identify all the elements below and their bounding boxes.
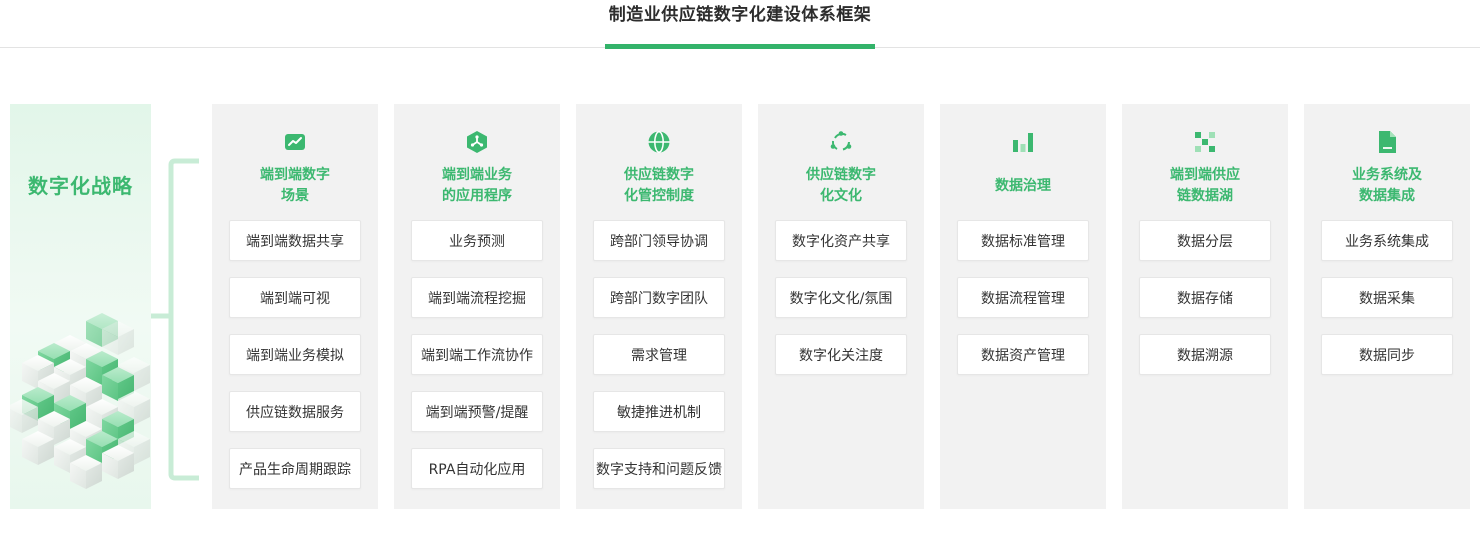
bracket-connector — [151, 158, 199, 481]
list-item[interactable]: 数据采集 — [1321, 277, 1453, 318]
column-2: 端到端业务 的应用程序业务预测端到端流程挖掘 端到端工作流协作 端到端预警/提醒 RP… — [394, 104, 560, 509]
list-item[interactable]: 端到端业务模拟 — [229, 334, 361, 375]
column-title: 端到端供应 链数据湖 — [1170, 167, 1240, 204]
column-1: 端到端数字 场景端到端数据共享 端到端可视端到端业务模拟 供应链数据服务 产品生命周期… — [212, 104, 378, 509]
list-item[interactable]: 端到端数据共享 — [229, 220, 361, 261]
list-item[interactable]: 端到端流程挖掘 — [411, 277, 543, 318]
column-items: 业务预测端到端流程挖掘 端到端工作流协作 端到端预警/提醒 RPA自动化应用 — [411, 220, 543, 505]
cubes-illustration — [10, 313, 150, 489]
column-items: 数据标准管理 数据流程管理 数据资产管理 — [957, 220, 1089, 391]
column-items: 数据分层数据存储数据溯源 — [1139, 220, 1271, 391]
column-items: 端到端数据共享 端到端可视端到端业务模拟 供应链数据服务 产品生命周期跟踪 — [229, 220, 361, 505]
list-item[interactable]: 业务预测 — [411, 220, 543, 261]
column-title: 供应链数字 化文化 — [806, 167, 876, 204]
list-item[interactable]: 端到端工作流协作 — [411, 334, 543, 375]
list-item[interactable]: 数字化资产共享 — [775, 220, 907, 261]
list-item[interactable]: 跨部门领导协调 — [593, 220, 725, 261]
column-title: 业务系统及 数据集成 — [1352, 167, 1422, 204]
tab-framework[interactable]: 制造业供应链数字化建设体系框架 — [605, 0, 875, 49]
document-icon — [1304, 130, 1470, 154]
globe-icon — [576, 130, 742, 154]
column-title: 数据治理 — [995, 177, 1051, 194]
list-item[interactable]: 数据流程管理 — [957, 277, 1089, 318]
list-item[interactable]: 数字支持和问题反馈 — [593, 448, 725, 489]
bar-chart-icon — [940, 130, 1106, 154]
data-lake-icon — [1122, 130, 1288, 154]
tab-active-indicator — [605, 44, 875, 49]
column-title: 端到端数字 场景 — [260, 167, 330, 204]
tab-bar: 制造业供应链数字化建设体系框架 — [0, 0, 1480, 49]
line-chart-icon — [212, 130, 378, 154]
list-item[interactable]: 数据溯源 — [1139, 334, 1271, 375]
column-6: 端到端供应 链数据湖数据分层数据存储数据溯源 — [1122, 104, 1288, 509]
column-7: 业务系统及 数据集成业务系统集成 数据采集数据同步 — [1304, 104, 1470, 509]
list-item[interactable]: 数字化文化/氛围 — [775, 277, 907, 318]
list-item[interactable]: 数据同步 — [1321, 334, 1453, 375]
list-item[interactable]: 敏捷推进机制 — [593, 391, 725, 432]
column-4: 供应链数字 化文化数字化资产共享 数字化文化/氛围 数字化关注度 — [758, 104, 924, 509]
column-title: 供应链数字 化管控制度 — [624, 167, 694, 204]
tab-title: 制造业供应链数字化建设体系框架 — [608, 5, 872, 25]
list-item[interactable]: 数据分层 — [1139, 220, 1271, 261]
column-items: 跨部门领导协调 跨部门数字团队 需求管理敏捷推进机制 数字支持和问题反馈 — [593, 220, 725, 505]
strategy-title: 数字化战略 — [28, 174, 133, 198]
list-item[interactable]: 端到端可视 — [229, 277, 361, 318]
list-item[interactable]: 数据资产管理 — [957, 334, 1089, 375]
list-item[interactable]: 业务系统集成 — [1321, 220, 1453, 261]
list-item[interactable]: 供应链数据服务 — [229, 391, 361, 432]
column-items: 业务系统集成 数据采集数据同步 — [1321, 220, 1453, 391]
list-item[interactable]: 数据标准管理 — [957, 220, 1089, 261]
list-item[interactable]: 产品生命周期跟踪 — [229, 448, 361, 489]
list-item[interactable]: 端到端预警/提醒 — [411, 391, 543, 432]
column-items: 数字化资产共享 数字化文化/氛围 数字化关注度 — [775, 220, 907, 391]
column-title: 端到端业务 的应用程序 — [442, 167, 512, 204]
list-item[interactable]: 跨部门数字团队 — [593, 277, 725, 318]
list-item[interactable]: RPA自动化应用 — [411, 448, 543, 489]
list-item[interactable]: 需求管理 — [593, 334, 725, 375]
list-item[interactable]: 数字化关注度 — [775, 334, 907, 375]
column-5: 数据治理数据标准管理 数据流程管理 数据资产管理 — [940, 104, 1106, 509]
strategy-panel: 数字化战略 — [10, 104, 151, 509]
column-3: 供应链数字 化管控制度跨部门领导协调 跨部门数字团队 需求管理敏捷推进机制 数字支持和… — [576, 104, 742, 509]
cycle-icon — [758, 130, 924, 154]
hexagon-network-icon — [394, 130, 560, 154]
list-item[interactable]: 数据存储 — [1139, 277, 1271, 318]
